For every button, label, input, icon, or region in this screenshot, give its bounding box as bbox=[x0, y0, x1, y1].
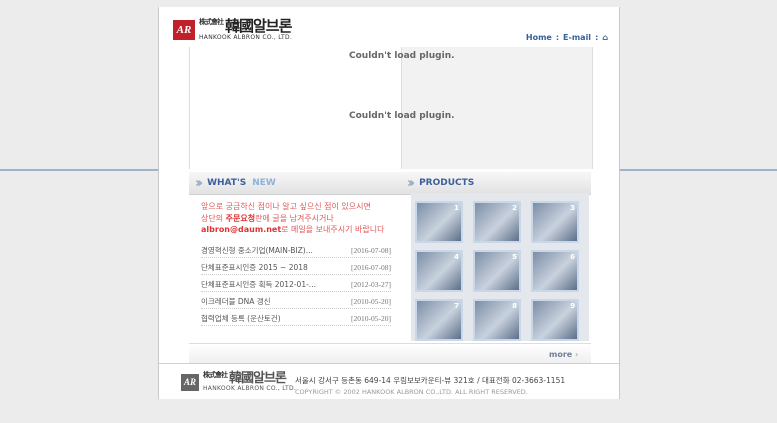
logo-title: 株式會社 韓國알브론 bbox=[199, 19, 292, 34]
logo-name: 韓國알브론 bbox=[225, 17, 292, 35]
plugin-area-left bbox=[189, 47, 402, 169]
news-list: 경영혁신형 중소기업(MAIN-BIZ)... [2016-07-08] 단체표준… bbox=[201, 244, 391, 329]
chevron-right-icon: › bbox=[575, 350, 579, 359]
news-date: [2016-07-08] bbox=[351, 246, 391, 255]
more-label[interactable]: more bbox=[549, 350, 572, 359]
list-item[interactable]: 단체표준표시인증 획득 2012-01-... [2012-03-27] bbox=[201, 278, 391, 292]
news-date: [2010-05-20] bbox=[351, 314, 391, 323]
products-header: ››› PRODUCTS bbox=[401, 172, 591, 195]
logo-mark-icon: AR bbox=[181, 373, 199, 391]
news-date: [2010-05-20] bbox=[351, 297, 391, 306]
nav-separator: : bbox=[555, 33, 560, 42]
chevron-right-icon: ››› bbox=[195, 175, 203, 191]
notice-line: albron@daum.net로 메일을 보내주시기 바랍니다 bbox=[201, 225, 385, 234]
email-link[interactable]: albron@daum.net bbox=[201, 225, 281, 234]
product-thumbnail[interactable]: 9 bbox=[531, 299, 579, 341]
more-link[interactable]: more › bbox=[549, 350, 578, 359]
plugin-error-message: Couldn't load plugin. bbox=[349, 51, 455, 61]
nav-email-link[interactable]: E-mail bbox=[563, 33, 591, 42]
whats-new-title: WHAT'S bbox=[207, 178, 247, 188]
footer-logo: AR 株式會社 韓國알브론 HANKOOK ALBRON CO., LTD. bbox=[181, 372, 296, 392]
logo-title: 株式會社 韓國알브론 bbox=[203, 371, 296, 386]
nav-separator: : bbox=[595, 33, 599, 42]
logo-name: 韓國알브론 bbox=[229, 371, 287, 386]
contact-notice: 앞으로 궁금하신 점이나 알고 싶으신 점이 있으시면 상단의 주문요청란에 글… bbox=[201, 201, 391, 236]
logo-prefix: 株式會社 bbox=[199, 18, 224, 26]
news-title[interactable]: 단체표준표시인증 2015 ~ 2018 bbox=[201, 262, 308, 273]
notice-line: 상단의 주문요청란에 글을 남겨주시거나 bbox=[201, 213, 334, 223]
list-item[interactable]: 단체표준표시인증 2015 ~ 2018 [2016-07-08] bbox=[201, 261, 391, 275]
product-thumbnail[interactable]: 1 bbox=[415, 201, 463, 243]
products-footer-bar bbox=[189, 343, 591, 364]
company-logo[interactable]: AR 株式會社 韓國알브론 HANKOOK ALBRON CO., LTD. bbox=[173, 19, 292, 41]
home-icon[interactable]: ⌂ bbox=[602, 33, 608, 42]
product-thumbnail[interactable]: 3 bbox=[531, 201, 579, 243]
logo-mark-icon: AR bbox=[173, 20, 195, 40]
list-item[interactable]: 이크레더블 DNA 갱신 [2010-05-20] bbox=[201, 295, 391, 309]
list-item[interactable]: 경영혁신형 중소기업(MAIN-BIZ)... [2016-07-08] bbox=[201, 244, 391, 258]
logo-subtitle: HANKOOK ALBRON CO., LTD. bbox=[199, 34, 293, 41]
news-date: [2016-07-08] bbox=[351, 263, 391, 272]
top-nav: Home: E-mail: ⌂ bbox=[525, 33, 609, 42]
order-request-link[interactable]: 주문요청 bbox=[226, 214, 255, 223]
site-footer: AR 株式會社 韓國알브론 HANKOOK ALBRON CO., LTD. 서울… bbox=[159, 363, 619, 400]
plugin-area-right bbox=[401, 47, 593, 169]
product-thumbnail[interactable]: 7 bbox=[415, 299, 463, 341]
copyright-text: COPYRIGHT © 2002 HANKOOK ALBRON CO.,LTD.… bbox=[295, 388, 528, 396]
whats-new-header: ››› WHAT'S NEW bbox=[189, 172, 401, 195]
news-title[interactable]: 협력업체 등록 (운산토건) bbox=[201, 313, 281, 324]
news-title[interactable]: 단체표준표시인증 획득 2012-01-... bbox=[201, 279, 316, 290]
logo-subtitle: HANKOOK ALBRON CO., LTD. bbox=[203, 385, 297, 392]
news-date: [2012-03-27] bbox=[351, 280, 391, 289]
product-thumbnail[interactable]: 4 bbox=[415, 250, 463, 292]
company-address: 서울시 강서구 등촌동 649-14 우림보보카운티-뷰 321호 / 대표전화… bbox=[295, 376, 566, 385]
logo-prefix: 株式會社 bbox=[203, 371, 228, 379]
news-title[interactable]: 경영혁신형 중소기업(MAIN-BIZ)... bbox=[201, 245, 313, 256]
products-title: PRODUCTS bbox=[419, 178, 475, 188]
product-thumbnail[interactable]: 6 bbox=[531, 250, 579, 292]
nav-home-link[interactable]: Home bbox=[526, 33, 552, 42]
news-title[interactable]: 이크레더블 DNA 갱신 bbox=[201, 296, 271, 307]
product-thumbnail[interactable]: 5 bbox=[473, 250, 521, 292]
page-container: AR 株式會社 韓國알브론 HANKOOK ALBRON CO., LTD. Ho… bbox=[158, 7, 620, 399]
chevron-right-icon: ››› bbox=[407, 175, 415, 191]
product-gallery: 1 2 3 4 5 6 7 8 9 bbox=[411, 193, 589, 341]
notice-line: 앞으로 궁금하신 점이나 알고 싶으신 점이 있으시면 bbox=[201, 202, 371, 211]
list-item[interactable]: 협력업체 등록 (운산토건) [2010-05-20] bbox=[201, 312, 391, 326]
product-thumbnail[interactable]: 8 bbox=[473, 299, 521, 341]
plugin-error-message: Couldn't load plugin. bbox=[349, 111, 455, 121]
whats-new-title-accent: NEW bbox=[252, 178, 276, 188]
product-thumbnail[interactable]: 2 bbox=[473, 201, 521, 243]
